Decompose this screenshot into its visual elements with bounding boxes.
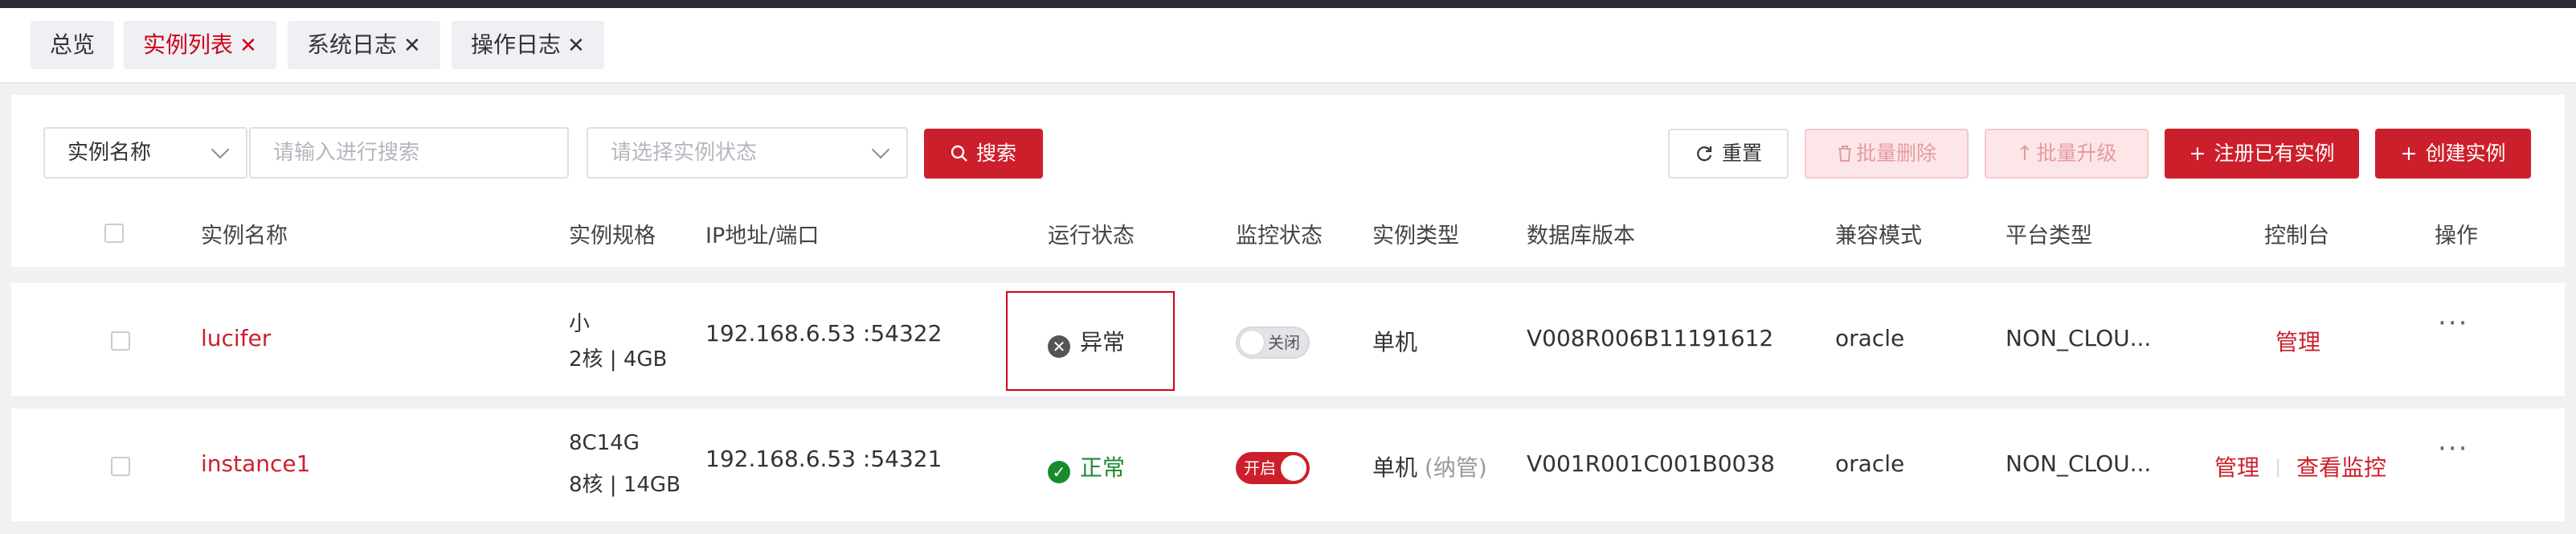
row-checkbox[interactable]	[111, 457, 130, 476]
instance-type: 单机	[1372, 329, 1418, 355]
batch-delete-label: 批量删除	[1855, 142, 1936, 165]
plus-icon: +	[2189, 142, 2206, 165]
instance-type-note: (纳管)	[1424, 454, 1487, 481]
view-monitor-link[interactable]: 查看监控	[2296, 454, 2386, 481]
tab-label: 实例列表	[143, 31, 234, 58]
tab-label: 总览	[50, 31, 96, 58]
db-version: V008R006B11191612	[1527, 325, 1774, 351]
plus-icon: +	[2400, 142, 2418, 165]
run-status-text: 异常	[1080, 329, 1126, 355]
run-status: ✓ 正常	[1048, 450, 1125, 483]
column-header: 实例规格	[569, 224, 656, 249]
instance-name-link[interactable]: instance1	[201, 450, 310, 477]
toolbar-panel: 实例名称 请输入进行搜索 请选择实例状态 搜索 重置 批量删除 ↑ 批量升级 + 注…	[11, 95, 2565, 267]
status-placeholder: 请选择实例状态	[611, 141, 758, 165]
table-header: 实例名称 实例规格 IP地址/端口 运行状态 监控状态 实例类型 数据库版本 兼…	[11, 214, 2565, 267]
toggle-knob	[1281, 455, 1306, 481]
toggle-label: 关闭	[1268, 333, 1300, 352]
column-header: 控制台	[2264, 224, 2329, 249]
window-top-bar	[0, 0, 2576, 8]
register-instance-label: 注册已有实例	[2214, 142, 2335, 165]
search-field-select[interactable]: 实例名称	[43, 127, 247, 179]
search-field-value: 实例名称	[67, 141, 152, 165]
reset-button[interactable]: 重置	[1668, 129, 1789, 179]
column-header: 实例类型	[1372, 224, 1459, 249]
column-header: 实例名称	[201, 224, 288, 249]
instance-type-text: 单机	[1372, 454, 1418, 481]
monitor-toggle[interactable]: 开启	[1236, 452, 1310, 484]
tab-operation-log[interactable]: 操作日志 ✕	[452, 21, 604, 69]
instance-type: 单机 (纳管)	[1372, 450, 1487, 483]
tab-bar: 总览 实例列表 ✕ 系统日志 ✕ 操作日志 ✕	[0, 8, 2576, 84]
manage-link[interactable]: 管理	[2214, 454, 2259, 481]
monitor-toggle[interactable]: 关闭	[1236, 327, 1310, 359]
batch-upgrade-label: 批量升级	[2036, 142, 2117, 165]
tab-overview[interactable]: 总览	[31, 21, 115, 69]
manage-link[interactable]: 管理	[2275, 325, 2320, 357]
close-icon[interactable]: ✕	[403, 34, 421, 58]
platform-type: NON_CLOU...	[2006, 450, 2152, 477]
reset-button-label: 重置	[1721, 142, 1762, 165]
select-all-checkbox[interactable]	[104, 224, 124, 243]
arrow-up-icon: ↑	[2016, 142, 2034, 165]
chevron-down-icon	[871, 140, 890, 159]
more-actions-icon[interactable]: ···	[2438, 307, 2468, 339]
ip-port: 192.168.6.53 :54321	[705, 446, 942, 472]
tab-instance-list[interactable]: 实例列表 ✕	[124, 21, 276, 69]
compat-mode: oracle	[1835, 450, 1905, 477]
search-button-label: 搜索	[975, 142, 1016, 165]
column-header: IP地址/端口	[705, 224, 820, 249]
compat-mode: oracle	[1835, 325, 1905, 351]
toggle-label: 开启	[1244, 458, 1276, 478]
column-header: 数据库版本	[1527, 224, 1635, 249]
search-icon	[951, 145, 967, 162]
ip-port: 192.168.6.53 :54322	[705, 320, 942, 347]
column-header: 运行状态	[1048, 224, 1135, 249]
close-icon[interactable]: ✕	[567, 34, 585, 58]
instance-spec-name: 8C14G	[569, 431, 640, 455]
run-status: ✕ 异常	[1048, 325, 1125, 358]
table-row: lucifer 小 2核 | 4GB 192.168.6.53 :54322 ✕…	[11, 283, 2565, 396]
instance-spec-name: 小	[569, 312, 591, 336]
search-button[interactable]: 搜索	[924, 129, 1043, 179]
refresh-icon	[1697, 146, 1712, 162]
row-checkbox[interactable]	[111, 331, 130, 351]
instance-spec-detail: 8核 | 14GB	[569, 473, 681, 497]
more-actions-icon[interactable]: ···	[2438, 433, 2468, 465]
batch-upgrade-button[interactable]: ↑ 批量升级	[1985, 129, 2149, 179]
link-separator	[2277, 459, 2280, 477]
db-version: V001R001C001B0038	[1527, 450, 1775, 477]
instance-name-link[interactable]: lucifer	[201, 325, 271, 351]
search-placeholder: 请输入进行搜索	[273, 141, 420, 165]
create-instance-label: 创建实例	[2425, 142, 2506, 165]
toggle-knob	[1239, 330, 1265, 355]
search-input[interactable]: 请输入进行搜索	[249, 127, 569, 179]
check-circle-icon: ✓	[1048, 461, 1070, 483]
create-instance-button[interactable]: + 创建实例	[2375, 129, 2531, 179]
trash-icon	[1838, 146, 1851, 162]
tab-label: 系统日志	[307, 31, 398, 58]
console-links: 管理 查看监控	[2214, 450, 2386, 483]
register-instance-button[interactable]: + 注册已有实例	[2165, 129, 2359, 179]
table-row: instance1 8C14G 8核 | 14GB 192.168.6.53 :…	[11, 409, 2565, 521]
tab-system-log[interactable]: 系统日志 ✕	[288, 21, 440, 69]
run-status-text: 正常	[1080, 454, 1126, 481]
batch-delete-button[interactable]: 批量删除	[1805, 129, 1969, 179]
platform-type: NON_CLOU...	[2006, 325, 2152, 351]
status-select[interactable]: 请选择实例状态	[587, 127, 908, 179]
column-header: 监控状态	[1236, 224, 1323, 249]
chevron-down-icon	[211, 140, 230, 159]
tab-label: 操作日志	[471, 31, 562, 58]
column-header: 平台类型	[2006, 224, 2092, 249]
column-header: 兼容模式	[1835, 224, 1922, 249]
error-circle-icon: ✕	[1048, 335, 1070, 358]
instance-spec-detail: 2核 | 4GB	[569, 347, 668, 372]
column-header: 操作	[2435, 224, 2478, 249]
close-icon[interactable]: ✕	[239, 34, 257, 58]
